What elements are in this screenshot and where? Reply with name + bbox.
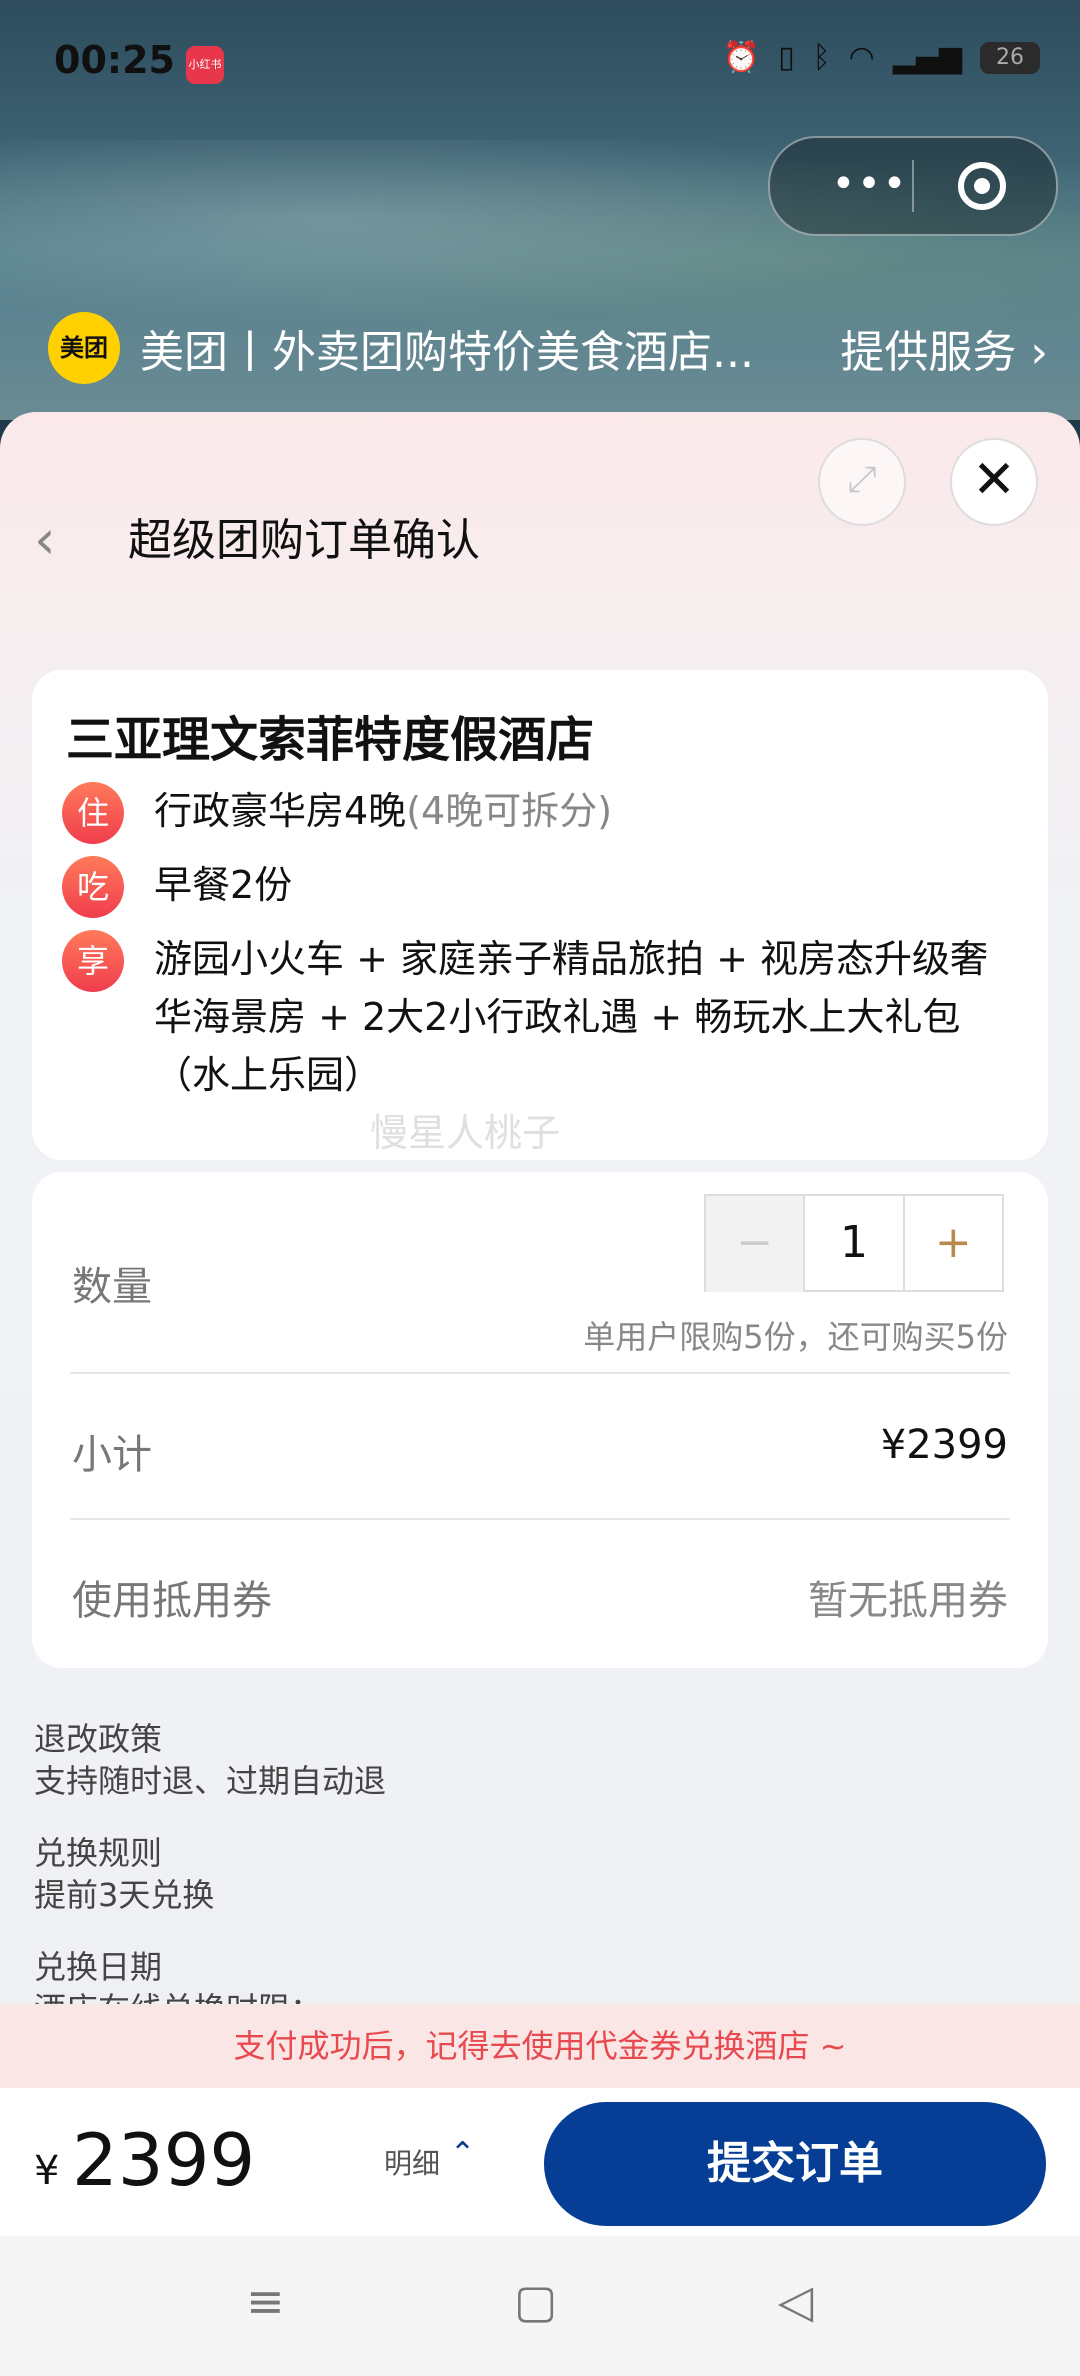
mini-app-header[interactable]: 美团 美团丨外卖团购特价美食酒店... 提供服务 › [48, 308, 1048, 388]
vibrate-icon: ▯ [778, 40, 795, 75]
divider [70, 1372, 1010, 1374]
exchange-rules: 兑换规则 提前3天兑换 [34, 1832, 214, 1916]
price-detail-link[interactable]: 明细 [384, 2142, 440, 2182]
exchange-rules-title: 兑换规则 [34, 1834, 163, 1872]
stay-text: 行政豪华房4晚 [154, 789, 407, 833]
refund-policy-text: 支持随时退、过期自动退 [34, 1762, 387, 1800]
battery-icon: 26 [980, 41, 1040, 74]
back-nav-icon[interactable]: ◁ [778, 2274, 813, 2328]
expand-icon[interactable]: ⤢ [818, 438, 906, 526]
coupon-label[interactable]: 使用抵用券 [72, 1568, 272, 1626]
order-confirm-sheet: ⤢ ✕ ‹ 超级团购订单确认 三亚理文索菲特度假酒店 住 行政豪华房4晚(4晚可… [0, 412, 1080, 2376]
total-price: 2399 [72, 2118, 256, 2202]
subtotal-value: ¥2399 [880, 1422, 1008, 1468]
menu-icon[interactable]: ≡ [246, 2274, 285, 2328]
decrease-button[interactable]: − [706, 1196, 806, 1292]
benefits-badge: 享 [62, 930, 124, 992]
benefits-text: 游园小火车 + 家庭亲子精品旅拍 + 视房态升级奢华海景房 + 2大2小行政礼遇… [154, 937, 988, 1097]
wifi-icon: ◠ [848, 40, 875, 75]
mini-app-name: 美团丨外卖团购特价美食酒店... [140, 327, 754, 378]
status-time: 00:25 [54, 38, 175, 82]
home-icon[interactable]: ▢ [514, 2274, 557, 2328]
package-item-meal: 吃 早餐2份 [62, 856, 292, 918]
package-item-text: 行政豪华房4晚(4晚可拆分) [154, 782, 612, 844]
alarm-icon: ⏰ [722, 40, 761, 75]
exit-miniprogram-icon[interactable] [958, 162, 1006, 210]
increase-button[interactable]: + [902, 1196, 1002, 1292]
payment-notice: 支付成功后，记得去使用代金券兑换酒店 ~ [0, 2004, 1080, 2088]
refund-policy-title: 退改政策 [34, 1720, 163, 1758]
bluetooth-icon: ᛒ [812, 40, 831, 75]
refund-policy: 退改政策 支持随时退、过期自动退 [34, 1718, 386, 1802]
checkout-bar: ¥ 2399 明细 ⌃ 提交订单 [0, 2088, 1080, 2236]
back-icon[interactable]: ‹ [34, 508, 56, 571]
5g-signal-icon: ▂▄▆ [892, 40, 962, 75]
watermark: 慢星人桃子 [370, 1111, 561, 1155]
exchange-rules-text: 提前3天兑换 [34, 1876, 215, 1914]
meal-badge: 吃 [62, 856, 124, 918]
order-details-card: 数量 − 1 + 单用户限购5份，还可购买5份 小计 ¥2399 使用抵用券 暂… [32, 1172, 1048, 1668]
chevron-up-icon[interactable]: ⌃ [450, 2136, 475, 2171]
exchange-date-title: 兑换日期 [34, 1948, 163, 1986]
purchase-limit-text: 单用户限购5份，还可购买5份 [583, 1318, 1008, 1356]
capsule-divider [912, 160, 914, 212]
package-item-benefits: 享 游园小火车 + 家庭亲子精品旅拍 + 视房态升级奢华海景房 + 2大2小行政… [62, 930, 994, 1104]
package-item-stay: 住 行政豪华房4晚(4晚可拆分) [62, 782, 612, 844]
meituan-logo: 美团 [48, 312, 120, 384]
miniprogram-capsule: ••• [768, 136, 1058, 236]
coupon-value[interactable]: 暂无抵用券 [808, 1568, 1008, 1626]
hotel-name: 三亚理文索菲特度假酒店 [66, 712, 595, 768]
quantity-value[interactable]: 1 [805, 1196, 902, 1292]
quantity-label: 数量 [72, 1264, 152, 1310]
page-title: 超级团购订单确认 [128, 515, 480, 566]
xiaohongshu-app-icon: 小红书 [186, 46, 224, 84]
status-bar: 00:25 小红书 ⏰ ▯ ᛒ ◠ ▂▄▆ 26 [0, 0, 1080, 130]
currency-symbol: ¥ [34, 2148, 60, 2194]
service-provider-link[interactable]: 提供服务 › [840, 316, 1048, 380]
system-nav-bar: ≡ ▢ ◁ [0, 2236, 1080, 2376]
meal-text: 早餐2份 [154, 863, 293, 907]
status-icons: ⏰ ▯ ᛒ ◠ ▂▄▆ 26 [723, 40, 1040, 75]
hotel-card: 三亚理文索菲特度假酒店 住 行政豪华房4晚(4晚可拆分) 吃 早餐2份 享 游园… [32, 670, 1048, 1160]
stay-badge: 住 [62, 782, 124, 844]
close-button[interactable]: ✕ [950, 438, 1038, 526]
subtotal-label: 小计 [72, 1432, 152, 1478]
submit-order-button[interactable]: 提交订单 [544, 2102, 1046, 2226]
stay-note: (4晚可拆分) [406, 789, 613, 833]
quantity-stepper[interactable]: − 1 + [704, 1194, 1004, 1292]
divider [70, 1518, 1010, 1520]
